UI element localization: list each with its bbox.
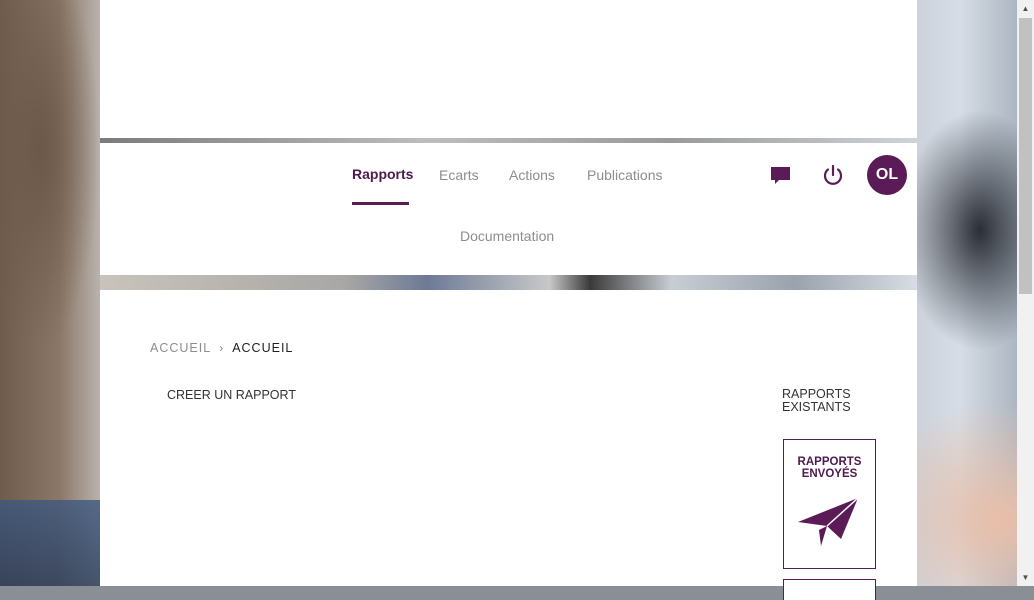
breadcrumb-link-accueil[interactable]: ACCUEIL xyxy=(150,341,211,355)
nav-tab-actions[interactable]: Actions xyxy=(509,167,555,183)
scroll-down-icon[interactable]: ▼ xyxy=(1017,569,1034,586)
nav-tab-publications[interactable]: Publications xyxy=(587,167,663,183)
main-navbar xyxy=(100,143,917,275)
chat-bubble-icon[interactable] xyxy=(770,166,792,191)
existing-reports-title: RAPPORTS EXISTANTS xyxy=(782,387,851,414)
breadcrumb-current: ACCUEIL xyxy=(232,341,294,355)
nav-tab-documentation[interactable]: Documentation xyxy=(460,228,554,244)
breadcrumb: ACCUEIL › ACCUEIL xyxy=(150,341,293,355)
sent-reports-card[interactable]: RAPPORTS ENVOYÉS xyxy=(783,439,876,569)
next-report-card[interactable] xyxy=(783,579,876,600)
nav-tab-rapports[interactable]: Rapports xyxy=(352,166,413,182)
scrollbar-thumb[interactable] xyxy=(1019,18,1032,294)
background-strip xyxy=(100,275,917,290)
create-report-link[interactable]: CREER UN RAPPORT xyxy=(167,388,296,402)
scroll-up-icon[interactable]: ▲ xyxy=(1017,0,1034,17)
power-icon[interactable] xyxy=(821,163,845,192)
background-detail xyxy=(0,500,100,586)
nav-active-indicator xyxy=(352,202,409,205)
sent-reports-label: RAPPORTS ENVOYÉS xyxy=(797,456,862,480)
user-avatar[interactable]: OL xyxy=(867,155,907,195)
header-banner-area xyxy=(100,0,917,138)
paper-plane-icon xyxy=(797,497,859,552)
chevron-right-icon: › xyxy=(219,341,225,355)
nav-tab-ecarts[interactable]: Ecarts xyxy=(439,167,479,183)
